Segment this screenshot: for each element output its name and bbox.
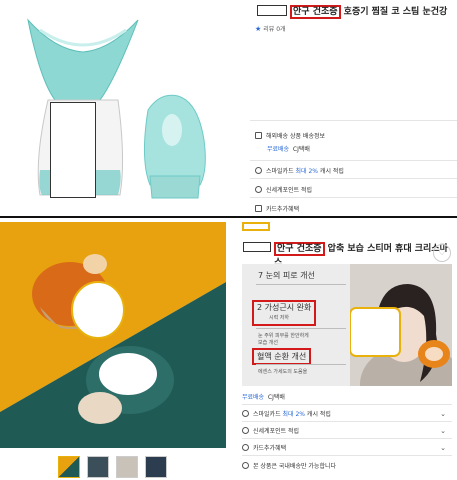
banner-divider <box>256 284 346 285</box>
chevron-down-icon[interactable]: ⌄ <box>440 410 446 418</box>
redaction-box <box>243 242 271 252</box>
smile-card-row[interactable]: 스마일카드 최대 2% 캐시 적립 ⌄ <box>242 409 452 418</box>
banner-line-1: 7 눈의 피로 개선 <box>258 271 315 280</box>
shinsegae-point-label: 신세계포인트 적립 <box>266 187 313 194</box>
shipping-method-row: 무료배송 CJ택배 <box>267 144 310 153</box>
redaction-box <box>257 5 287 16</box>
title-text: 호증기 찜질 코 스팀 눈건강 <box>340 7 448 17</box>
banner-line-3-sub: 보습 개선 <box>258 340 278 346</box>
divider <box>242 421 452 422</box>
shinsegae-point-row[interactable]: 신세계포인트 적립 ⌄ <box>242 426 452 435</box>
card-benefit-label: 카드추가혜택 <box>266 206 300 213</box>
smile-card-rest: 캐시 적립 <box>319 168 344 175</box>
redaction-box <box>50 102 96 198</box>
thumbnail-1[interactable] <box>58 456 80 478</box>
card-benefit-row[interactable]: 카드추가혜택 <box>255 204 299 213</box>
info-icon <box>242 462 249 469</box>
banner-divider <box>256 328 346 329</box>
thumbnail-strip <box>58 456 167 478</box>
screenshot-root: 안구 건조증 호증기 찜질 코 스팀 눈건강 ★ 리뷰 0개 해외배송 상품 배송… <box>0 0 457 480</box>
shinsegae-point-row[interactable]: 신세계포인트 적립 <box>255 185 312 194</box>
thumbnail-3[interactable] <box>116 456 138 478</box>
banner-line-2: 2 가성근시 완화 <box>257 303 312 312</box>
divider <box>250 120 457 121</box>
banner-line-2-sub: 시력 저하 <box>269 315 289 321</box>
thumbnail-4[interactable] <box>145 456 167 478</box>
shinsegae-point-label: 신세계포인트 적립 <box>253 428 300 435</box>
divider <box>242 404 452 405</box>
star-icon: ★ <box>255 25 262 33</box>
banner-line-3: 눈 주위 피부를 한안하게 <box>258 333 309 339</box>
eye-steamer-image[interactable] <box>0 222 226 448</box>
shipping-info-row[interactable]: 해외배송 상품 배송정보 <box>255 131 325 140</box>
smile-card-highlight: 최대 2% <box>295 168 318 175</box>
top-listing: 안구 건조증 호증기 찜질 코 스팀 눈건강 ★ 리뷰 0개 해외배송 상품 배송… <box>0 0 457 216</box>
divider <box>250 160 457 161</box>
banner-line-4: 혈액 순환 개선 <box>252 348 312 365</box>
truck-icon <box>255 132 262 139</box>
model-photo <box>350 264 452 386</box>
facial-steamer-image[interactable] <box>0 0 240 216</box>
review-count: 리뷰 0개 <box>263 26 286 33</box>
shipping-info-label: 해외배송 상품 배송정보 <box>266 133 326 140</box>
feature-banner: 7 눈의 피로 개선 2 가성근시 완화 시력 저하 눈 주위 피부를 한안하게… <box>242 264 452 386</box>
point-icon <box>255 186 262 193</box>
divider <box>250 197 457 198</box>
chevron-down-icon[interactable]: ⌄ <box>440 427 446 435</box>
review-link[interactable]: ★ 리뷰 0개 <box>255 24 286 33</box>
divider <box>242 455 452 456</box>
product-photo <box>0 222 226 448</box>
card-benefit-label: 카드추가혜택 <box>253 445 287 452</box>
domestic-notice-row: 본 상품은 국내배송만 가능합니다 <box>242 461 452 470</box>
smile-card-label: 스마일카드 <box>253 411 281 418</box>
card-icon <box>255 167 262 174</box>
smile-card-label: 스마일카드 <box>266 168 294 175</box>
title-highlight: 안구 건조증 <box>274 242 325 256</box>
smile-card-highlight: 최대 2% <box>282 411 305 418</box>
heart-icon[interactable]: ♡ <box>433 244 451 262</box>
banner-line-5: 에센스 가세도의 도움을 <box>258 369 308 375</box>
card-benefit-row[interactable]: 카드추가혜택 ⌄ <box>242 443 452 452</box>
shipping-method-row: 무료배송 CJ택배 <box>242 392 452 401</box>
title-highlight: 안구 건조증 <box>290 5 341 19</box>
banner-divider <box>256 364 346 365</box>
card-icon <box>242 410 249 417</box>
redaction-box <box>242 222 270 231</box>
courier: CJ택배 <box>267 394 285 401</box>
free-shipping: 무료배송 <box>267 146 290 153</box>
thumbnail-2[interactable] <box>87 456 109 478</box>
smile-card-row[interactable]: 스마일카드 최대 2% 캐시 적립 <box>255 166 344 175</box>
divider <box>242 438 452 439</box>
domestic-notice: 본 상품은 국내배송만 가능합니다 <box>253 463 337 470</box>
point-icon <box>242 427 249 434</box>
section-divider <box>0 216 457 218</box>
courier: CJ택배 <box>292 146 310 153</box>
free-shipping: 무료배송 <box>242 394 265 401</box>
chevron-down-icon[interactable]: ⌄ <box>440 444 446 452</box>
card-icon <box>255 205 262 212</box>
divider <box>250 178 457 179</box>
smile-card-rest: 캐시 적립 <box>306 411 331 418</box>
banner-line-2-box: 2 가성근시 완화 시력 저하 <box>252 300 317 326</box>
product-title[interactable]: 안구 건조증 호증기 찜질 코 스팀 눈건강 <box>290 4 448 19</box>
card-icon <box>242 444 249 451</box>
